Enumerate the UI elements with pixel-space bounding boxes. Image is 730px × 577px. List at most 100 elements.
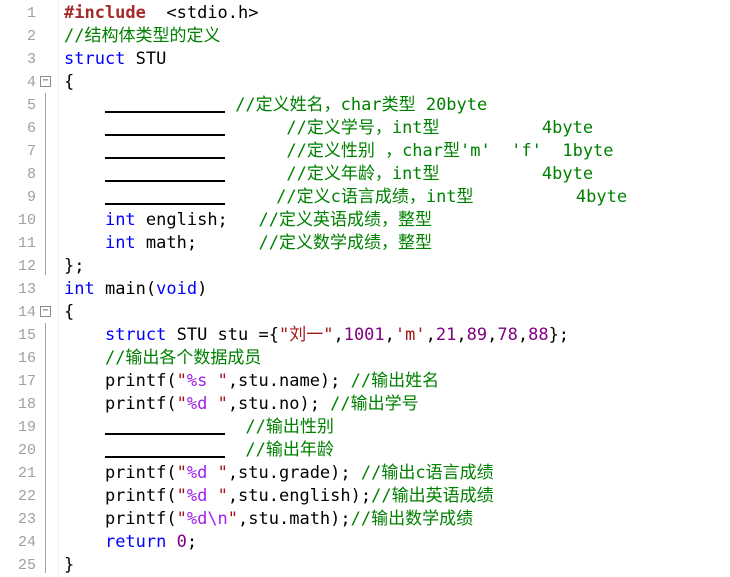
code-text[interactable]: //定义学号，int型 4byte	[64, 117, 593, 140]
code-text[interactable]: //定义c语言成绩，int型 4byte	[64, 186, 627, 209]
code-token: ,stu.no);	[227, 394, 331, 414]
code-token: ,	[456, 325, 467, 345]
code-text[interactable]: {	[64, 71, 74, 94]
code-line[interactable]: 9 //定义c语言成绩，int型 4byte	[0, 186, 730, 209]
code-comment: //定义性别 ，char型'm' 'f' 1byte	[224, 141, 614, 161]
code-line[interactable]: 17 printf("%s ",stu.name); //输出姓名	[0, 370, 730, 393]
code-comment: //定义学号，int型 4byte	[224, 118, 594, 138]
code-text[interactable]: int english; //定义英语成绩，整型	[64, 209, 432, 232]
code-token: %d	[186, 463, 208, 483]
code-text[interactable]: #include <stdio.h>	[64, 2, 258, 25]
line-number: 7	[26, 143, 36, 160]
code-text[interactable]: int main(void)	[64, 278, 207, 301]
code-text[interactable]: struct STU	[64, 48, 166, 71]
code-lines[interactable]: 1 #include <stdio.h> 2 //结构体类型的定义 3 struct ST…	[0, 2, 730, 577]
code-text[interactable]: printf("%d\n",stu.math);//输出数学成绩	[64, 508, 473, 531]
code-text[interactable]: //输出性别	[64, 416, 334, 439]
code-line[interactable]: 16 //输出各个数据成员	[0, 347, 730, 370]
code-token: ,stu.name);	[227, 371, 351, 391]
code-text[interactable]: }	[64, 554, 74, 577]
code-line[interactable]: 4− {	[0, 71, 730, 94]
code-line[interactable]: 8 //定义年龄，int型 4byte	[0, 163, 730, 186]
code-text[interactable]: printf("%s ",stu.name); //输出姓名	[64, 370, 439, 393]
code-keyword: int	[64, 279, 95, 299]
line-number: 2	[26, 28, 36, 45]
code-line[interactable]: 12};	[0, 255, 730, 278]
code-text[interactable]: printf("%d ",stu.english);//输出英语成绩	[64, 485, 494, 508]
fill-in-blank[interactable]	[104, 143, 225, 159]
code-line[interactable]: 6 //定义学号，int型 4byte	[0, 117, 730, 140]
code-token: ,	[384, 325, 395, 345]
code-line[interactable]: 15 struct STU stu ={"刘一",1001,'m',21,89,…	[0, 324, 730, 347]
code-line[interactable]: 19 //输出性别	[0, 416, 730, 439]
code-text[interactable]: printf("%d ",stu.no); //输出学号	[64, 393, 419, 416]
code-line[interactable]: 3 struct STU	[0, 48, 730, 71]
code-line[interactable]: 20 //输出年龄	[0, 439, 730, 462]
code-token: printf(	[64, 486, 177, 506]
code-text[interactable]: return 0;	[64, 531, 197, 554]
code-line[interactable]: 7 //定义性别 ，char型'm' 'f' 1byte	[0, 140, 730, 163]
code-keyword: return	[104, 532, 167, 552]
code-text[interactable]: int math; //定义数学成绩，整型	[64, 232, 432, 255]
code-text[interactable]: //定义性别 ，char型'm' 'f' 1byte	[64, 140, 614, 163]
fold-toggle-icon[interactable]: −	[40, 306, 51, 317]
code-line[interactable]: 25}	[0, 554, 730, 577]
code-token: 21	[435, 325, 457, 345]
code-token: printf(	[64, 509, 177, 529]
code-line[interactable]: 10 int english; //定义英语成绩，整型	[0, 209, 730, 232]
code-line[interactable]: 18 printf("%d ",stu.no); //输出学号	[0, 393, 730, 416]
code-line[interactable]: 1 #include <stdio.h>	[0, 2, 730, 25]
code-text[interactable]: //定义年龄，int型 4byte	[64, 163, 593, 186]
code-token: STU stu ={	[166, 325, 279, 345]
fill-in-blank[interactable]	[104, 442, 225, 458]
code-comment: //输出姓名	[350, 371, 440, 391]
code-line[interactable]: 11 int math; //定义数学成绩，整型	[0, 232, 730, 255]
code-comment: //输出年龄	[224, 440, 334, 460]
code-token: "	[176, 371, 187, 391]
fill-in-blank[interactable]	[104, 120, 225, 136]
code-line[interactable]: 24 return 0;	[0, 531, 730, 554]
fill-in-blank[interactable]	[104, 166, 225, 182]
code-line[interactable]: 22 printf("%d ",stu.english);//输出英语成绩	[0, 485, 730, 508]
line-number: 11	[17, 235, 36, 252]
code-comment: //输出英语成绩	[371, 486, 494, 506]
code-line[interactable]: 2 //结构体类型的定义	[0, 25, 730, 48]
code-token: };	[64, 256, 85, 276]
code-text[interactable]: };	[64, 255, 84, 278]
code-token: STU	[125, 49, 167, 69]
code-keyword: struct	[104, 325, 167, 345]
code-token: english;	[135, 210, 259, 230]
fill-in-blank[interactable]	[104, 97, 225, 113]
line-number: 8	[26, 166, 36, 183]
code-comment: //结构体类型的定义	[64, 26, 221, 46]
code-token: )	[197, 279, 208, 299]
fold-toggle-icon[interactable]: −	[40, 76, 51, 87]
code-line[interactable]: 21 printf("%d ",stu.grade); //输出c语言成绩	[0, 462, 730, 485]
code-line[interactable]: 14− {	[0, 301, 730, 324]
code-text[interactable]: //输出各个数据成员	[64, 347, 261, 370]
code-line[interactable]: 23 printf("%d\n",stu.math);//输出数学成绩	[0, 508, 730, 531]
code-token: ,stu.grade);	[227, 463, 361, 483]
code-line[interactable]: 5 //定义姓名，char类型 20byte	[0, 94, 730, 117]
code-token: {	[64, 72, 75, 92]
code-text[interactable]: //输出年龄	[64, 439, 334, 462]
code-line[interactable]: 13 int main(void)	[0, 278, 730, 301]
fill-in-blank[interactable]	[104, 419, 225, 435]
code-token: ,stu.math);	[238, 509, 351, 529]
code-text[interactable]: //定义姓名，char类型 20byte	[64, 94, 487, 117]
code-comment: //定义数学成绩，整型	[258, 233, 432, 253]
code-editor[interactable]: 1 #include <stdio.h> 2 //结构体类型的定义 3 struct ST…	[0, 0, 730, 577]
line-number: 21	[17, 465, 36, 482]
code-text[interactable]: {	[64, 301, 74, 324]
code-text[interactable]: struct STU stu ={"刘一",1001,'m',21,89,78,…	[64, 324, 569, 347]
code-text[interactable]: printf("%d ",stu.grade); //输出c语言成绩	[64, 462, 494, 485]
fill-in-blank[interactable]	[104, 189, 225, 205]
code-text[interactable]: //结构体类型的定义	[64, 25, 220, 48]
code-token: printf(	[64, 371, 177, 391]
